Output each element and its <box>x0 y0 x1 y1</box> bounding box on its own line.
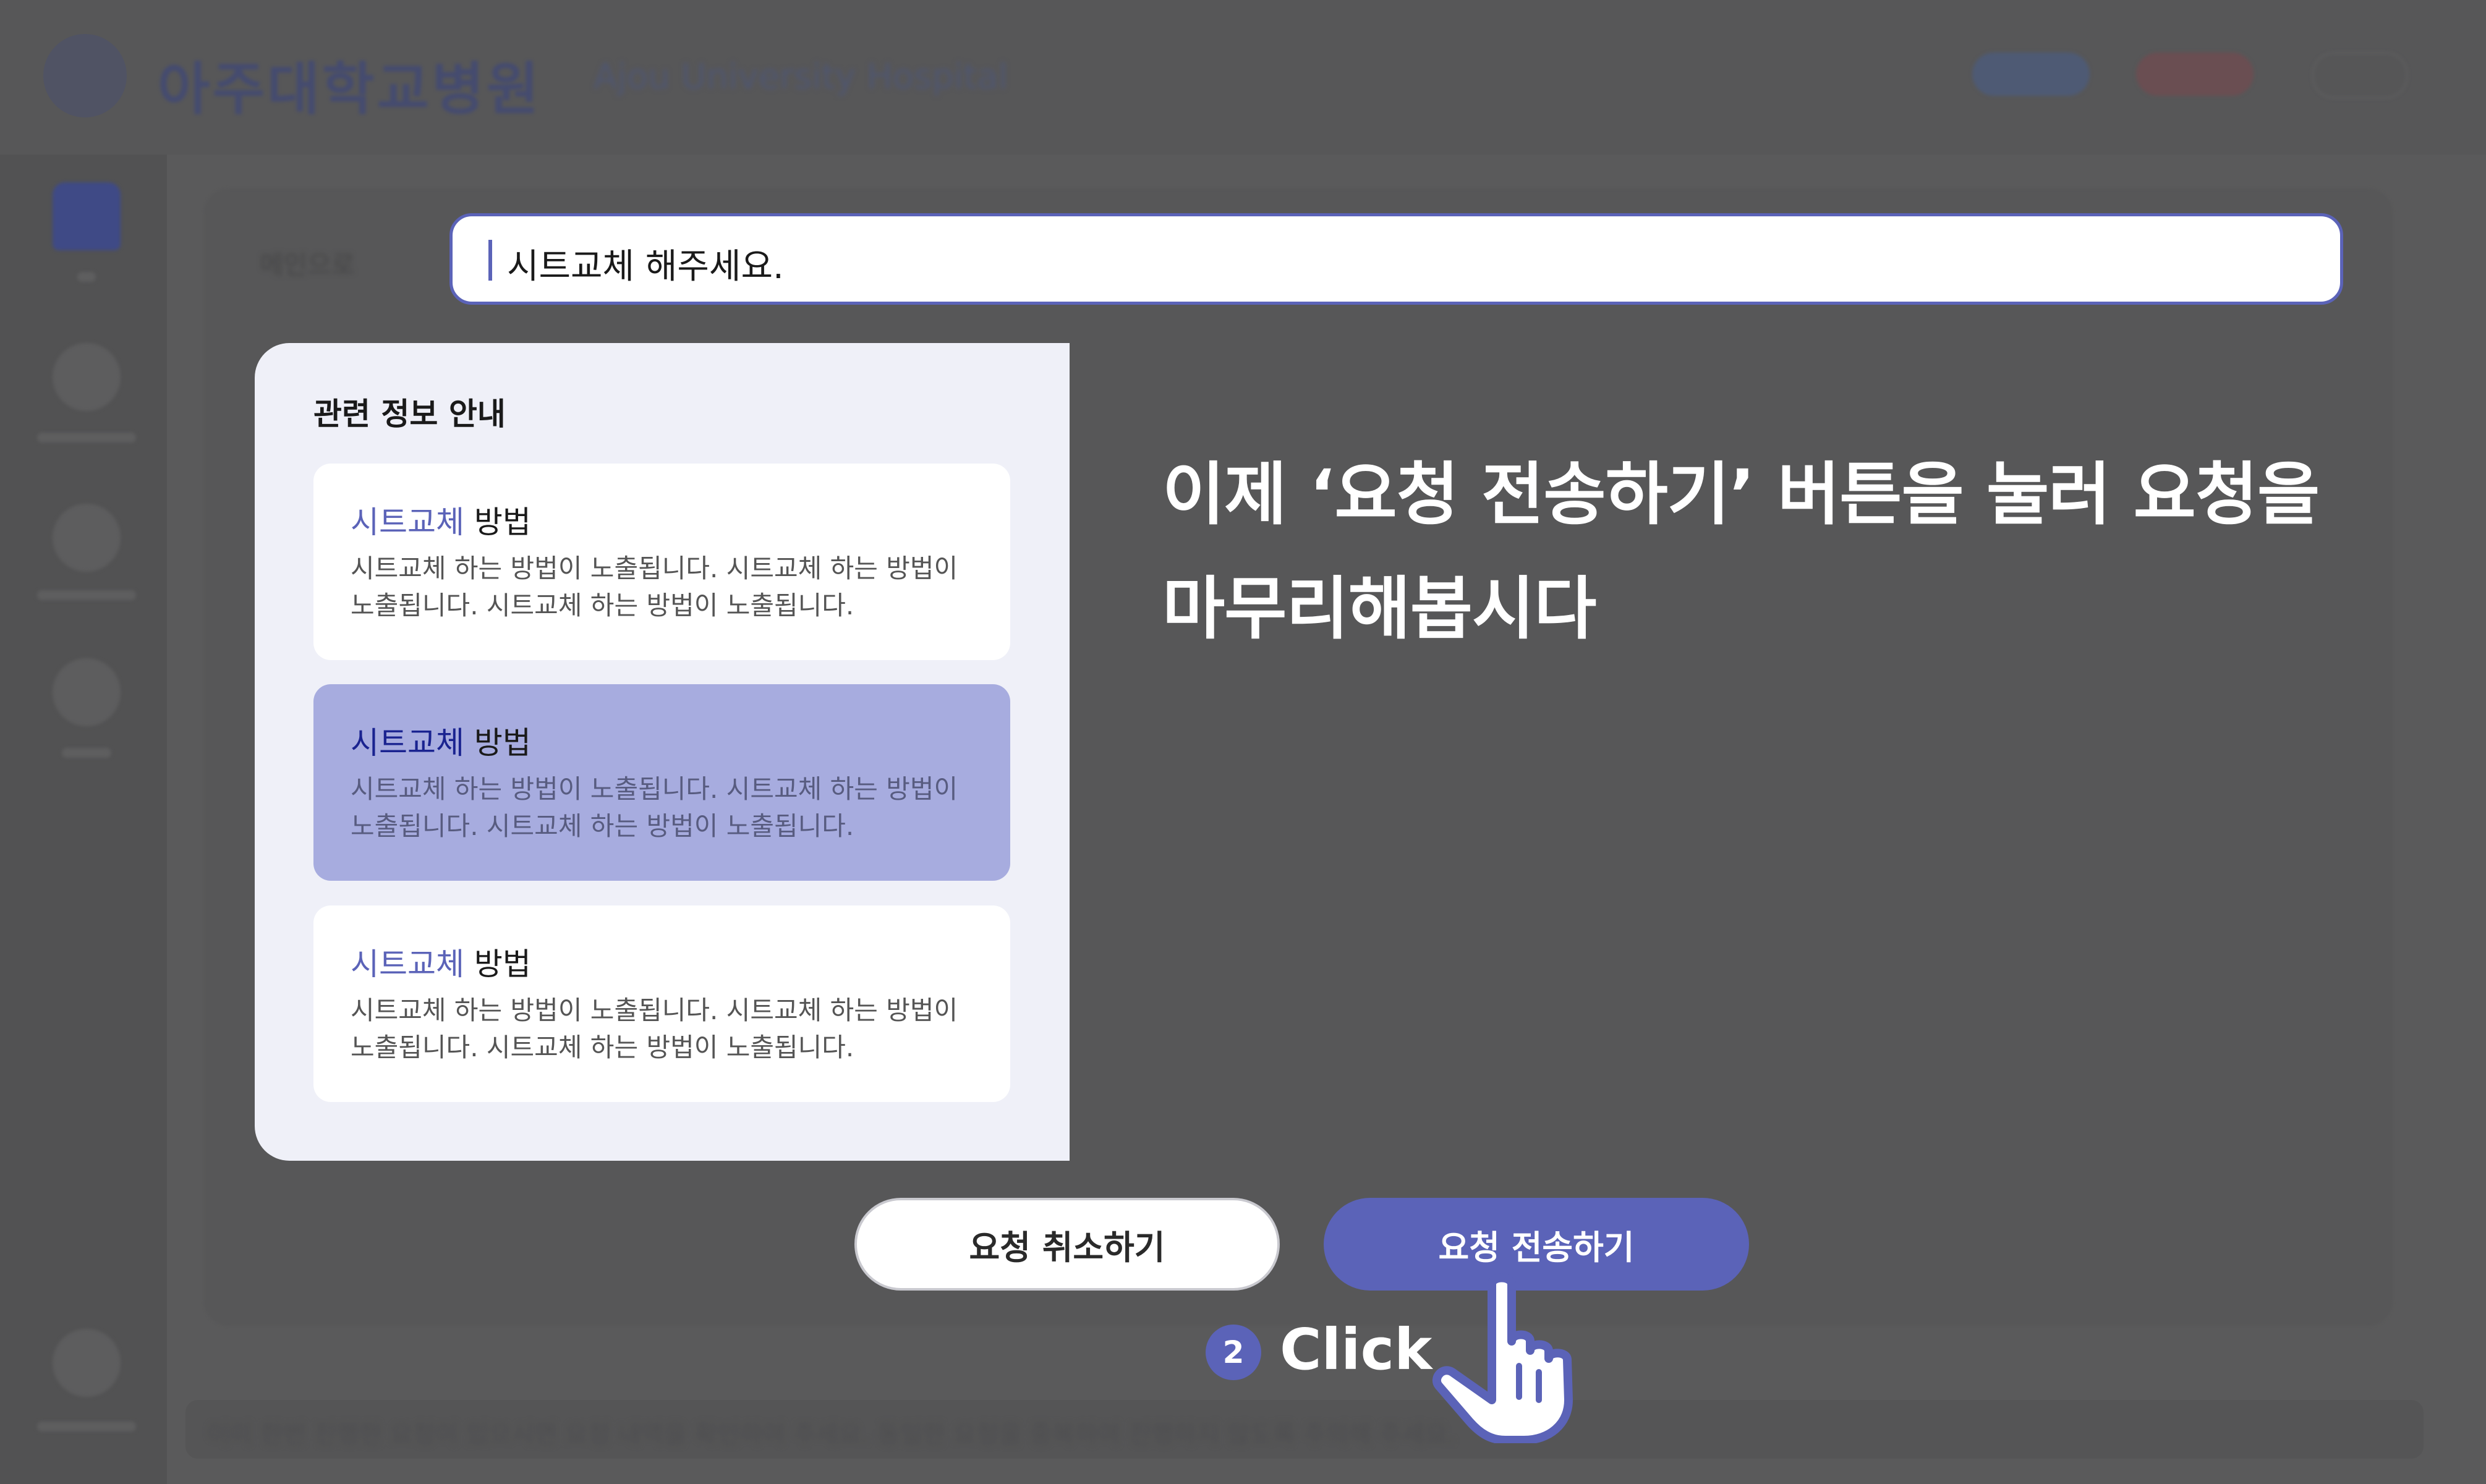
info-card-description: 시트교체 하는 방법이 노출됩니다. 시트교체 하는 방법이 노출됩니다. 시트… <box>351 774 958 841</box>
request-input-value: 시트교체 해주세요. <box>507 247 784 287</box>
info-card-title: 시트교체 방법 <box>351 939 531 984</box>
back-to-main-link[interactable]: 메인으로 <box>260 244 355 282</box>
info-card-description: 시트교체 하는 방법이 노출됩니다. 시트교체 하는 방법이 노출됩니다. 시트… <box>351 553 958 621</box>
header-button-3[interactable] <box>2312 53 2407 98</box>
sidebar-label-home <box>77 272 96 282</box>
step-number-badge: 2 <box>1206 1325 1261 1380</box>
request-input[interactable]: 시트교체 해주세요. <box>449 213 2343 305</box>
guide-text-line-2: 마무리해봅시다 <box>1162 569 1596 648</box>
info-card-title: 시트교체 방법 <box>351 718 531 763</box>
sidebar-item-4-icon[interactable] <box>53 658 121 726</box>
hospital-logo-text: 아주대학교병원 <box>158 56 542 122</box>
info-card-title-rest: 방법 <box>464 725 531 761</box>
sidebar-item-2-icon[interactable] <box>53 343 121 411</box>
sidebar-label-2 <box>37 433 136 443</box>
info-card-keyword: 시트교체 <box>351 946 464 982</box>
info-card[interactable]: 시트교체 방법 시트교체 하는 방법이 노출됩니다. 시트교체 하는 방법이 노… <box>313 905 1010 1102</box>
header-button-2[interactable] <box>2136 53 2254 96</box>
footer-notice-text: 이미 한번 진행한 요청이 있으시면 요청 내역을 확인하여 주세요. 동일한 … <box>207 1420 1456 1449</box>
sidebar-item-3-icon[interactable] <box>53 504 121 572</box>
home-icon[interactable] <box>53 182 121 250</box>
sidebar-label-5 <box>37 1422 136 1431</box>
guide-text-line-1: 이제 ‘요청 전송하기’ 버튼을 눌러 요청을 <box>1162 455 2320 534</box>
info-card-description: 시트교체 하는 방법이 노출됩니다. 시트교체 하는 방법이 노출됩니다. 시트… <box>351 995 958 1062</box>
header-button-1[interactable] <box>1972 53 2090 96</box>
hospital-logo-subtitle: Ajou University Hospital <box>594 57 1008 97</box>
text-caret <box>488 240 492 281</box>
info-card-title-rest: 방법 <box>464 504 531 540</box>
info-card-selected[interactable]: 시트교체 방법 시트교체 하는 방법이 노출됩니다. 시트교체 하는 방법이 노… <box>313 684 1010 881</box>
click-instruction-label: Click <box>1280 1317 1432 1383</box>
info-card-title: 시트교체 방법 <box>351 498 531 542</box>
info-card[interactable]: 시트교체 방법 시트교체 하는 방법이 노출됩니다. 시트교체 하는 방법이 노… <box>313 464 1010 660</box>
related-info-panel: 관련 정보 안내 시트교체 방법 시트교체 하는 방법이 노출됩니다. 시트교체… <box>255 343 1070 1161</box>
sidebar-item-5-icon[interactable] <box>53 1329 121 1397</box>
hospital-logo-icon <box>43 34 127 117</box>
hand-pointer-icon <box>1432 1273 1573 1443</box>
sidebar-label-3 <box>37 590 136 600</box>
info-card-title-rest: 방법 <box>464 946 531 982</box>
cancel-request-button[interactable]: 요청 취소하기 <box>854 1198 1280 1291</box>
sidebar-label-4 <box>62 748 111 758</box>
info-card-keyword: 시트교체 <box>351 725 464 761</box>
info-card-keyword: 시트교체 <box>351 504 464 540</box>
related-info-title: 관련 정보 안내 <box>313 396 506 432</box>
